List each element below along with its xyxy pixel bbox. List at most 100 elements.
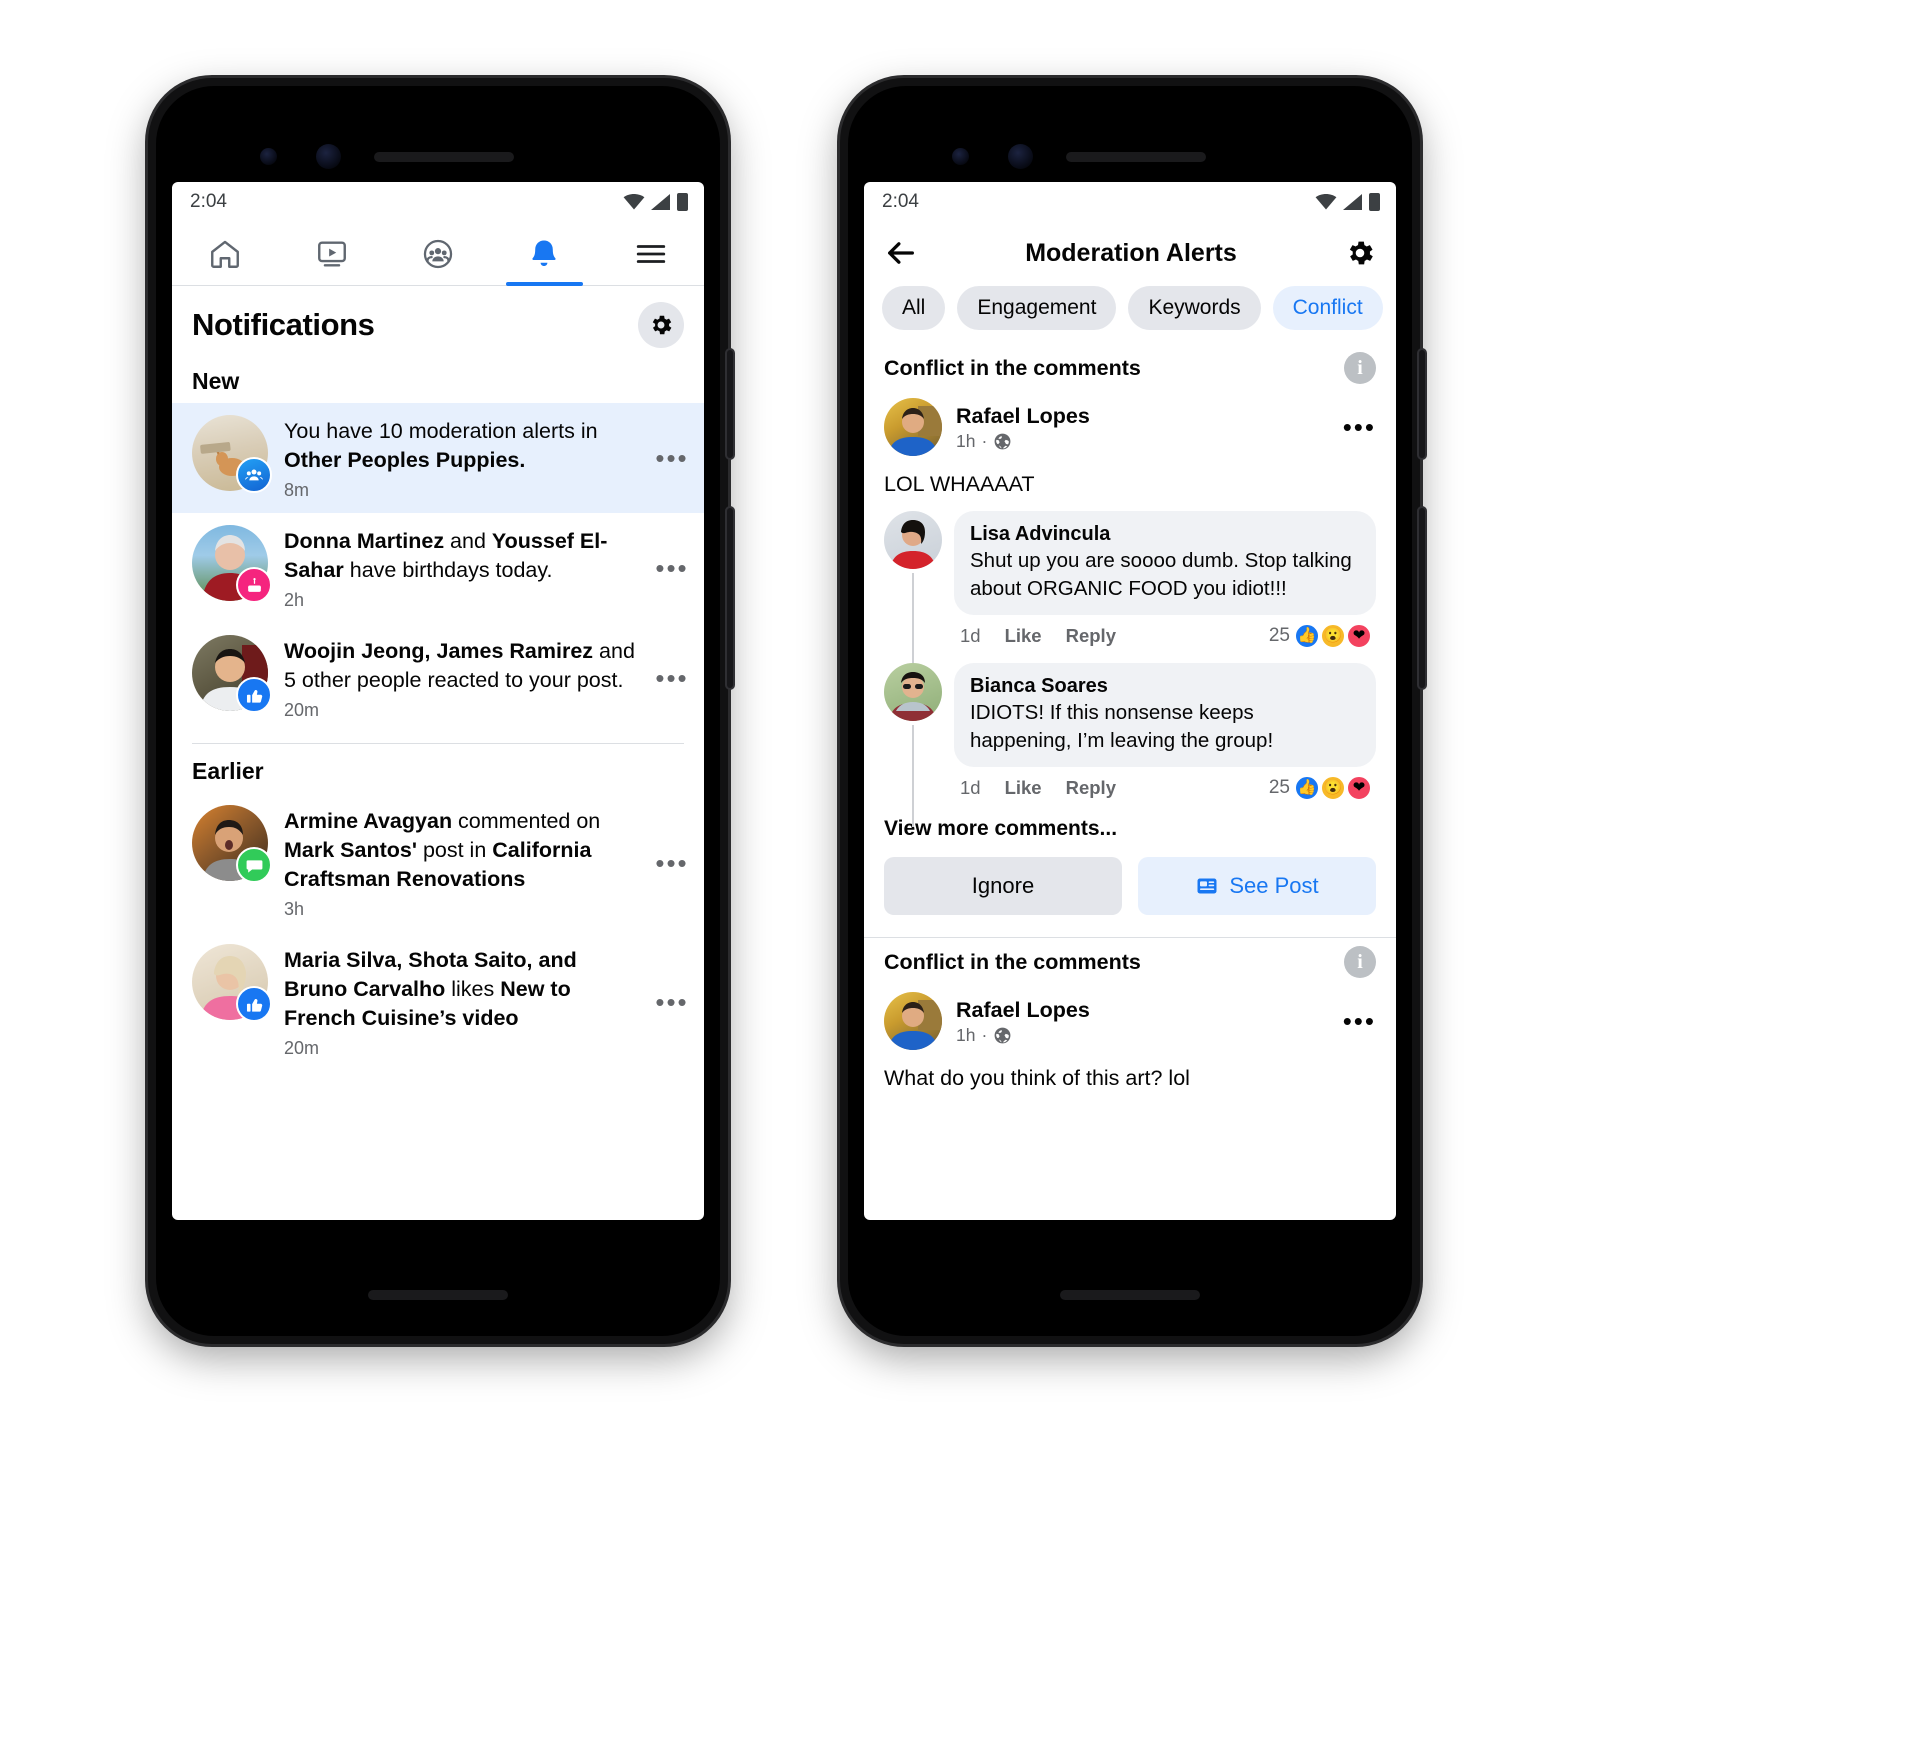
info-icon[interactable]: i (1344, 352, 1376, 384)
sensor-icon (260, 148, 277, 165)
comment-item: Bianca Soares IDIOTS! If this nonsense k… (864, 663, 1396, 827)
filter-chip-all[interactable]: All (882, 286, 946, 330)
post-text: LOL WHAAAAT (884, 472, 1035, 496)
see-post-button-label: See Post (1229, 873, 1319, 898)
filter-chip-row[interactable]: All Engagement Keywords Conflict (864, 280, 1396, 344)
volume-button[interactable] (727, 350, 733, 458)
sensor-icon (952, 148, 969, 165)
filter-chip-conflict[interactable]: Conflict (1272, 286, 1383, 330)
notification-body: Woojin Jeong, James Ramirez and 5 other … (284, 635, 636, 721)
avatar (192, 525, 272, 603)
power-button[interactable] (1419, 508, 1425, 688)
comment-like-button[interactable]: Like (1005, 777, 1042, 799)
comment-reply-button[interactable]: Reply (1066, 625, 1116, 647)
info-icon[interactable]: i (1344, 946, 1376, 978)
tab-notifications[interactable] (491, 222, 597, 286)
notifications-settings-button[interactable] (638, 302, 684, 348)
post-overflow-button[interactable]: ••• (1343, 414, 1376, 440)
section-title: New (192, 368, 240, 394)
notification-overflow-button[interactable]: ••• (652, 850, 692, 876)
filter-chip-keywords[interactable]: Keywords (1128, 286, 1261, 330)
gear-icon (1349, 241, 1373, 265)
comment-reply-button[interactable]: Reply (1066, 777, 1116, 799)
comment-like-button[interactable]: Like (1005, 625, 1042, 647)
groups-icon (423, 239, 453, 268)
post-overflow-button[interactable]: ••• (1343, 1008, 1376, 1034)
post-author-name: Rafael Lopes (956, 997, 1090, 1022)
wifi-icon (1315, 194, 1337, 210)
post-header: Rafael Lopes 1h · ••• (864, 988, 1396, 1056)
alert-heading: Conflict in the comments (884, 355, 1141, 380)
screenshot-stage: 2:04 Notifications New You have 10 moder… (0, 0, 1920, 1760)
comment-actions: 1d Like Reply 25 👍 😮 ❤ (954, 767, 1376, 815)
comment-badge-icon (236, 847, 272, 883)
filter-chip-engagement[interactable]: Engagement (957, 286, 1117, 330)
post-meta: 1h · (956, 1025, 1090, 1046)
love-reaction-icon: ❤ (1346, 775, 1372, 801)
back-button[interactable] (884, 236, 918, 270)
tab-groups[interactable] (385, 222, 491, 285)
notification-overflow-button[interactable]: ••• (652, 555, 692, 581)
tab-watch[interactable] (278, 222, 384, 285)
bottom-speaker (1060, 1290, 1200, 1300)
view-more-comments-link[interactable]: View more comments... (864, 815, 1396, 857)
earpiece-speaker (374, 152, 514, 162)
status-time: 2:04 (190, 191, 227, 212)
signal-icon (1343, 194, 1362, 210)
comment-avatar-wrap (884, 663, 942, 827)
front-camera-icon (316, 144, 341, 169)
volume-button[interactable] (1419, 350, 1425, 458)
tab-active-indicator (506, 282, 583, 286)
comment-author-avatar[interactable] (884, 663, 942, 721)
facebook-tab-bar[interactable] (172, 222, 704, 286)
wow-reaction-icon: 😮 (1320, 623, 1346, 649)
wifi-icon (623, 194, 645, 210)
notification-item-moderation-alerts[interactable]: You have 10 moderation alerts in Other P… (172, 403, 704, 513)
comment-bubble: Bianca Soares IDIOTS! If this nonsense k… (954, 663, 1376, 767)
meta-dot: · (981, 430, 988, 451)
notification-time: 8m (284, 480, 310, 500)
comment-reactions[interactable]: 25 👍 😮 ❤ (1269, 775, 1372, 801)
ignore-button[interactable]: Ignore (884, 857, 1122, 915)
post-author-block: Rafael Lopes 1h · (956, 403, 1090, 452)
section-new: New You have 10 moderation alerts in Oth… (172, 354, 704, 733)
notification-overflow-button[interactable]: ••• (652, 445, 692, 471)
phone-notch-left (156, 116, 720, 169)
notification-item-birthdays[interactable]: Donna Martinez and Youssef El-Sahar have… (172, 513, 704, 623)
screen-left: 2:04 Notifications New You have 10 moder… (172, 182, 704, 1220)
avatar (192, 944, 272, 1022)
comment-author-name[interactable]: Bianca Soares (970, 673, 1360, 699)
page-title: Notifications (192, 307, 375, 342)
notification-overflow-button[interactable]: ••• (652, 665, 692, 691)
notification-overflow-button[interactable]: ••• (652, 989, 692, 1015)
moderation-header: Moderation Alerts (864, 222, 1396, 280)
section-earlier: Earlier Armine Avagyan commented on Mark (172, 744, 704, 1071)
thumbs-up-badge-icon (236, 677, 272, 713)
notification-item-reactions[interactable]: Woojin Jeong, James Ramirez and 5 other … (172, 623, 704, 733)
screen-right: 2:04 Moderation Alerts All Engagement Ke… (864, 182, 1396, 1220)
post-author-name: Rafael Lopes (956, 403, 1090, 428)
moderation-settings-button[interactable] (1344, 237, 1376, 269)
status-bar: 2:04 (172, 182, 704, 222)
see-post-button[interactable]: See Post (1138, 857, 1376, 915)
post-author-avatar (884, 992, 942, 1050)
like-reaction-icon: 👍 (1294, 623, 1320, 649)
globe-icon (994, 1027, 1011, 1043)
thumbs-up-badge-icon (236, 986, 272, 1022)
notification-time: 3h (284, 899, 305, 919)
comment-main: Bianca Soares IDIOTS! If this nonsense k… (954, 663, 1376, 815)
power-button[interactable] (727, 508, 733, 688)
bell-icon (532, 240, 557, 266)
notification-text: Woojin Jeong, James Ramirez and 5 other … (284, 639, 635, 692)
notification-item-comment[interactable]: Armine Avagyan commented on Mark Santos'… (172, 793, 704, 932)
comment-author-avatar[interactable] (884, 511, 942, 569)
comment-reactions[interactable]: 25 👍 😮 ❤ (1269, 623, 1372, 649)
comment-text: IDIOTS! If this nonsense keeps happening… (970, 701, 1274, 752)
notification-body: Maria Silva, Shota Saito, and Bruno Carv… (284, 944, 636, 1059)
status-icons (1315, 193, 1380, 211)
tab-home[interactable] (172, 222, 278, 285)
tab-menu[interactable] (598, 222, 704, 285)
comment-author-name[interactable]: Lisa Advincula (970, 521, 1360, 547)
battery-icon (1369, 193, 1380, 211)
notification-item-video-likes[interactable]: Maria Silva, Shota Saito, and Bruno Carv… (172, 932, 704, 1071)
